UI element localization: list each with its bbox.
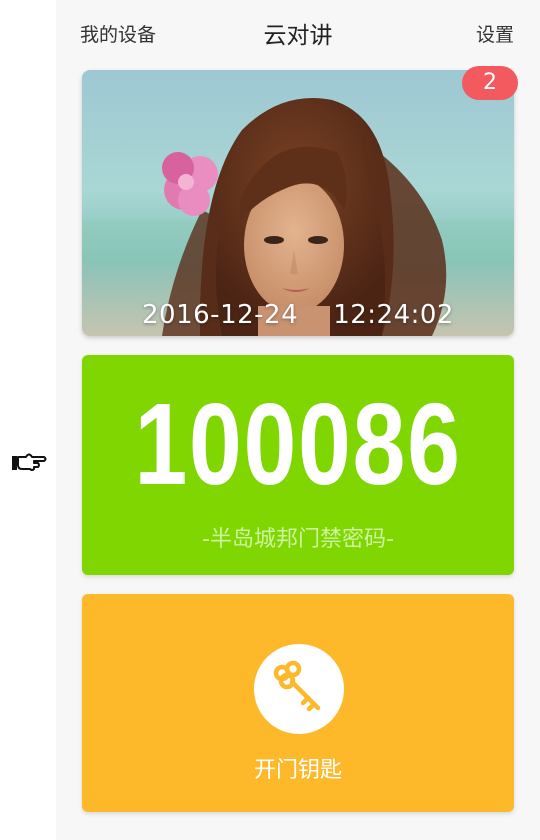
header: 我的设备 云对讲 设置 — [56, 0, 540, 66]
access-code-card[interactable]: 100086 -半岛城邦门禁密码- — [82, 355, 514, 575]
app-screen: 我的设备 云对讲 设置 2016-12-24 12:24:02 2 100086… — [56, 0, 540, 840]
unread-count-badge: 2 — [462, 66, 518, 100]
access-code: 100086 — [134, 379, 462, 509]
key-icon-circle — [254, 644, 344, 734]
visitor-photo — [82, 70, 514, 336]
snapshot-timestamp: 2016-12-24 12:24:02 — [82, 300, 514, 330]
snapshot-date: 2016-12-24 — [142, 300, 299, 330]
pointing-hand-icon — [12, 453, 47, 471]
page: 我的设备 云对讲 设置 2016-12-24 12:24:02 2 100086… — [0, 0, 540, 840]
access-code-caption: -半岛城邦门禁密码- — [202, 527, 394, 552]
key-icon — [273, 660, 321, 712]
left-gutter — [0, 0, 56, 840]
settings-link[interactable]: 设置 — [476, 20, 514, 47]
snapshot-time: 12:24:02 — [333, 300, 454, 330]
open-door-key-button[interactable]: 开门钥匙 — [82, 594, 514, 812]
visitor-snapshot[interactable]: 2016-12-24 12:24:02 — [82, 70, 514, 336]
key-label: 开门钥匙 — [253, 758, 342, 783]
page-title: 云对讲 — [263, 23, 333, 49]
